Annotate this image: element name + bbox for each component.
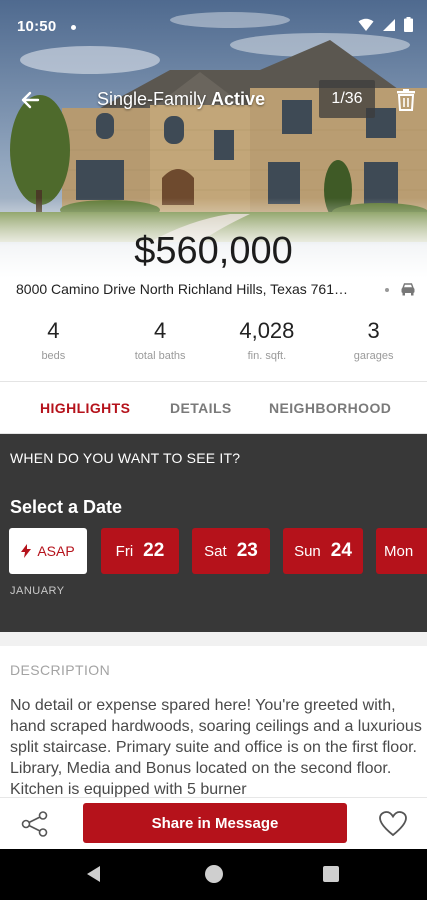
select-date-title: Select a Date xyxy=(10,497,123,517)
stat-label: garages xyxy=(353,350,394,362)
system-nav-bar xyxy=(0,849,427,900)
stat-label: total baths xyxy=(134,350,186,362)
back-button[interactable] xyxy=(16,86,44,114)
share-icon xyxy=(21,811,48,837)
trash-icon xyxy=(397,89,415,111)
nav-recents-icon[interactable] xyxy=(323,866,339,882)
address-row[interactable]: 8000 Camino Drive North Richland Hills, … xyxy=(16,281,416,299)
status-icons xyxy=(358,17,413,32)
listing-stats: 4 beds 4 total baths 4,028 fin. sqft. 3 … xyxy=(0,318,427,378)
schedule-question: WHEN DO YOU WANT TO SEE IT? xyxy=(10,450,241,466)
property-type: Single-Family xyxy=(97,89,207,109)
listing-price: $560,000 xyxy=(134,230,293,272)
separator-dot xyxy=(385,288,389,292)
description-heading: DESCRIPTION xyxy=(10,662,111,678)
stat-value: 3 xyxy=(367,318,380,343)
nav-home-icon[interactable] xyxy=(205,865,223,883)
date-button-mon[interactable]: Mon xyxy=(376,528,427,574)
hide-listing-button[interactable] xyxy=(393,86,419,114)
date-day: 22 xyxy=(143,540,165,561)
stat-baths: 4 total baths xyxy=(107,318,214,378)
asap-label: ASAP xyxy=(37,543,75,559)
listing-screen: 10:50 Single-Family Active 1/36 $560,000… xyxy=(0,0,427,900)
listing-address: 8000 Camino Drive North Richland Hills, … xyxy=(16,281,349,297)
section-tabs: HIGHLIGHTS DETAILS NEIGHBORHOOD xyxy=(0,382,427,434)
status-bar: 10:50 xyxy=(0,0,427,56)
date-weekday: Fri xyxy=(115,542,134,560)
month-label: JANUARY xyxy=(10,585,65,597)
stat-value: 4 xyxy=(154,318,167,343)
schedule-showing-panel: WHEN DO YOU WANT TO SEE IT? Select a Dat… xyxy=(0,434,427,632)
date-picker-row[interactable]: ASAP Fri 22 Sat 23 Sun 24 Mon xyxy=(9,528,427,574)
listing-status: Active xyxy=(211,89,266,109)
listing-title: Single-Family Active xyxy=(97,89,265,110)
date-button-fri-22[interactable]: Fri 22 xyxy=(101,528,179,574)
share-in-message-button[interactable]: Share in Message xyxy=(83,803,347,843)
bottom-action-bar: Share in Message xyxy=(0,797,427,849)
listing-topbar: Single-Family Active 1/36 xyxy=(0,78,427,122)
nav-back-icon[interactable] xyxy=(86,865,102,883)
car-icon[interactable] xyxy=(400,281,416,297)
date-day: 23 xyxy=(236,540,258,561)
share-button[interactable] xyxy=(20,809,50,839)
date-button-sat-23[interactable]: Sat 23 xyxy=(192,528,270,574)
date-weekday: Sun xyxy=(294,542,321,560)
date-button-sun-24[interactable]: Sun 24 xyxy=(283,528,363,574)
tab-highlights[interactable]: HIGHLIGHTS xyxy=(40,400,130,416)
date-weekday: Sat xyxy=(204,542,227,560)
status-time: 10:50 xyxy=(17,18,57,35)
section-separator xyxy=(0,632,427,646)
stat-label: beds xyxy=(41,350,66,362)
bolt-icon xyxy=(21,544,32,558)
stat-sqft: 4,028 fin. sqft. xyxy=(214,318,321,378)
stat-garages: 3 garages xyxy=(320,318,427,378)
back-arrow-icon xyxy=(21,91,40,109)
stat-value: 4,028 xyxy=(239,318,295,343)
description-text: No detail or expense spared here! You're… xyxy=(10,697,422,798)
stat-beds: 4 beds xyxy=(0,318,107,378)
wifi-icon xyxy=(358,18,374,31)
stat-label: fin. sqft. xyxy=(247,350,287,362)
signal-icon xyxy=(383,18,395,31)
favorite-button[interactable] xyxy=(378,809,408,839)
tab-neighborhood[interactable]: NEIGHBORHOOD xyxy=(269,400,391,416)
date-weekday: Mon xyxy=(384,542,414,560)
notification-dot xyxy=(71,25,76,30)
battery-icon xyxy=(404,17,413,32)
date-day: 24 xyxy=(330,540,352,561)
photo-counter: 1/36 xyxy=(319,80,375,118)
tab-details[interactable]: DETAILS xyxy=(170,400,232,416)
asap-button[interactable]: ASAP xyxy=(9,528,87,574)
stat-value: 4 xyxy=(47,318,60,343)
heart-icon xyxy=(379,811,407,837)
